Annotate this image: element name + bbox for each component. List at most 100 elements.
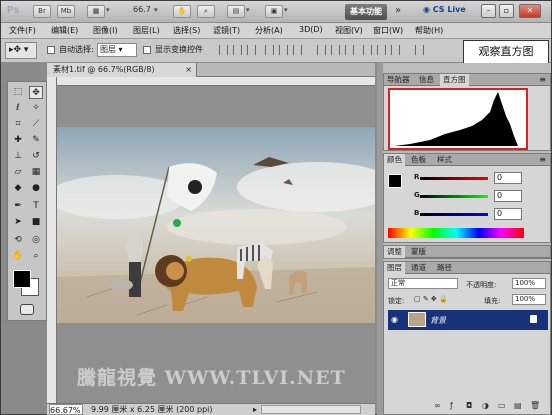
healing-brush-icon[interactable]: ✚ [11, 134, 25, 147]
eyedropper-tool-icon[interactable]: ⟋ [29, 118, 43, 131]
dodge-tool-icon[interactable]: ● [29, 182, 43, 195]
show-transform-checkbox[interactable] [143, 46, 151, 54]
distribute-left-icon[interactable] [363, 45, 372, 55]
link-layers-icon[interactable]: ∞ [434, 402, 443, 410]
layer-row-background[interactable]: ◉ 背景 [388, 310, 548, 330]
zoom-tool-icon[interactable]: ⌕ [29, 250, 43, 263]
history-brush-icon[interactable]: ↺ [29, 150, 43, 163]
tab-color[interactable]: 颜色 [384, 154, 405, 166]
brush-tool-icon[interactable]: ✎ [29, 134, 43, 147]
layer-visibility-eye-icon[interactable]: ◉ [391, 315, 401, 324]
menu-view[interactable]: 视图(V) [335, 25, 363, 36]
auto-select-dropdown[interactable]: 图层 ▾ [97, 43, 137, 57]
canvas-image[interactable] [57, 127, 375, 323]
channel-r-field[interactable]: 0 [494, 172, 522, 184]
tab-navigator[interactable]: 导航器 [384, 74, 413, 86]
align-vcenter-icon[interactable] [233, 45, 242, 55]
channel-r-slider[interactable] [412, 172, 492, 184]
pen-tool-icon[interactable]: ✒ [11, 200, 25, 213]
align-top-icon[interactable] [219, 45, 228, 55]
cs-live-button[interactable]: ◉ CS Live [423, 5, 473, 19]
fill-field[interactable]: 100% [512, 294, 546, 305]
blend-mode-dropdown[interactable]: 正常 [388, 278, 458, 289]
close-tab-icon[interactable]: × [185, 63, 192, 77]
new-group-icon[interactable]: ▭ [498, 402, 507, 410]
crop-tool-icon[interactable]: ⌗ [11, 118, 25, 131]
workspace-button[interactable]: 基本功能 [345, 4, 387, 20]
distribute-right-icon[interactable] [391, 45, 400, 55]
3d-rotate-icon[interactable]: ⟲ [11, 234, 25, 247]
document-tab[interactable]: 素材1.tif @ 66.7%(RGB/8) × [47, 63, 197, 77]
arrange-dropdown-icon[interactable]: ▾ [246, 6, 250, 14]
tab-swatches[interactable]: 色板 [408, 154, 429, 166]
workspace-expand-icon[interactable]: » [395, 5, 401, 16]
distribute-bottom-icon[interactable] [345, 45, 354, 55]
close-button[interactable]: ✕ [519, 4, 541, 18]
type-tool-icon[interactable]: T [29, 200, 43, 213]
menu-file[interactable]: 文件(F) [9, 25, 36, 36]
tab-styles[interactable]: 样式 [434, 154, 455, 166]
path-select-icon[interactable]: ➤ [11, 216, 25, 229]
opacity-field[interactable]: 100% [512, 278, 546, 289]
hand-tool-button[interactable]: ✋ [173, 5, 191, 18]
color-spectrum-bar[interactable] [388, 228, 524, 238]
zoom-tool-button[interactable]: ⌕ [197, 5, 215, 18]
blur-tool-icon[interactable]: ◆ [11, 182, 25, 195]
quick-select-tool-icon[interactable]: ✧ [29, 102, 43, 115]
view-extras-dropdown-icon[interactable]: ▾ [106, 6, 110, 14]
3d-orbit-icon[interactable]: ◎ [29, 234, 43, 247]
status-zoom-field[interactable]: 66.67% [49, 404, 83, 415]
screen-mode-button[interactable]: ▣ [265, 5, 283, 18]
menu-help[interactable]: 帮助(H) [415, 25, 443, 36]
tab-channels[interactable]: 通道 [408, 262, 429, 274]
tab-masks[interactable]: 蒙版 [408, 246, 429, 258]
move-tool-icon[interactable]: ✥ [29, 86, 43, 99]
eraser-tool-icon[interactable]: ▱ [11, 166, 25, 179]
menu-window[interactable]: 窗口(W) [373, 25, 403, 36]
lock-icons[interactable]: ▢ ✎ ✥ 🔒 [414, 295, 448, 303]
tab-layers[interactable]: 图层 [384, 262, 405, 274]
distribute-hcenter-icon[interactable] [377, 45, 386, 55]
channel-b-slider[interactable] [412, 208, 492, 220]
tab-histogram[interactable]: 直方图 [440, 74, 469, 86]
horizontal-scrollbar[interactable] [261, 405, 361, 414]
color-fg-swatch[interactable] [388, 174, 402, 188]
new-layer-icon[interactable]: ▤ [514, 402, 523, 410]
gradient-tool-icon[interactable]: ▦ [29, 166, 43, 179]
delete-layer-icon[interactable]: 🗑 [530, 402, 540, 410]
layer-style-icon[interactable]: ƒ [450, 402, 459, 410]
foreground-color-swatch[interactable] [13, 270, 31, 288]
bridge-button[interactable]: Br [33, 5, 51, 18]
menu-select[interactable]: 选择(S) [173, 25, 200, 36]
tool-preset-picker[interactable]: ▸✥ ▾ [5, 42, 37, 59]
clone-stamp-icon[interactable]: ⊥ [11, 150, 25, 163]
auto-align-icon[interactable] [415, 45, 424, 55]
view-extras-button[interactable]: ▦ [87, 5, 105, 18]
mini-bridge-button[interactable]: Mb [57, 5, 75, 18]
status-menu-arrow-icon[interactable]: ▸ [253, 404, 257, 415]
distribute-vcenter-icon[interactable] [331, 45, 340, 55]
tab-info[interactable]: 信息 [416, 74, 437, 86]
arrange-docs-button[interactable]: ▤ [227, 5, 245, 18]
channel-b-field[interactable]: 0 [494, 208, 522, 220]
vertical-ruler[interactable] [47, 77, 57, 403]
menu-analysis[interactable]: 分析(A) [255, 25, 283, 36]
adjustment-layer-icon[interactable]: ◑ [482, 402, 491, 410]
align-bottom-icon[interactable] [247, 45, 256, 55]
histogram-menu-icon[interactable]: ≡ [539, 75, 546, 84]
align-right-icon[interactable] [293, 45, 302, 55]
zoom-level[interactable]: 66.7 [133, 5, 151, 14]
auto-select-checkbox[interactable] [47, 46, 55, 54]
zoom-dropdown-icon[interactable]: ▾ [154, 6, 158, 14]
align-hcenter-icon[interactable] [279, 45, 288, 55]
channel-g-slider[interactable] [412, 190, 492, 202]
quick-mask-icon[interactable] [20, 304, 34, 315]
align-left-icon[interactable] [265, 45, 274, 55]
channel-g-field[interactable]: 0 [494, 190, 522, 202]
menu-edit[interactable]: 编辑(E) [51, 25, 78, 36]
tab-paths[interactable]: 路径 [434, 262, 455, 274]
lasso-tool-icon[interactable]: ℓ [11, 102, 25, 115]
add-mask-icon[interactable]: ◘ [466, 402, 475, 410]
horizontal-ruler[interactable] [57, 77, 375, 86]
menu-layer[interactable]: 图层(L) [133, 25, 160, 36]
